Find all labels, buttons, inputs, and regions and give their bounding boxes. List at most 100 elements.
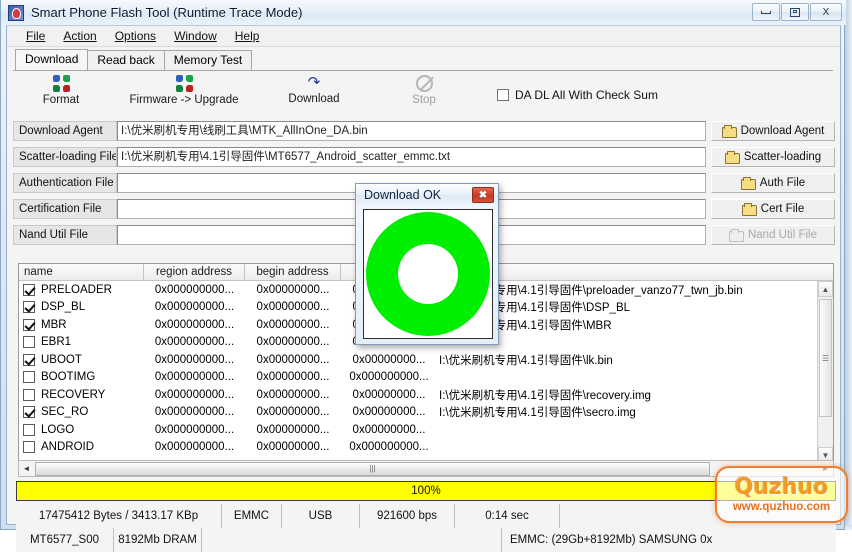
authentication-file-label: Authentication File [13,173,117,193]
menu-item-file[interactable]: File [17,27,54,45]
close-icon: X [822,6,830,18]
scatter-loading-input[interactable]: I:\优米刷机专用\4.1引导固件\MT6577_Android_scatter… [117,147,706,167]
cell-name: RECOVERY [19,388,144,401]
cell-name: PRELOADER [19,283,144,296]
row-checkbox[interactable] [23,406,35,419]
format-button[interactable]: Format [13,75,109,106]
menu-item-help[interactable]: Help [226,27,269,45]
status-bar-row-1: 17475412 Bytes / 3413.17 KBp EMMC USB 92… [16,504,836,528]
partition-name: LOGO [41,423,75,436]
horizontal-scroll-thumb[interactable]: ||| [35,461,710,476]
menu-item-action[interactable]: Action [54,27,105,45]
cell-name: EBR1 [19,336,144,349]
firmware-upgrade-button-label: Firmware -> Upgrade [129,94,239,106]
row-checkbox[interactable] [23,441,35,454]
partition-name: UBOOT [41,353,82,366]
stop-button-label: Stop [412,94,436,106]
row-checkbox[interactable] [23,371,35,384]
status-storage-type: EMMC [222,504,282,528]
status-row2-empty [202,528,502,552]
row-checkbox[interactable] [23,318,35,331]
row-checkbox[interactable] [23,301,35,314]
download-button[interactable]: ↷ Download [259,75,369,105]
vertical-scroll-thumb[interactable]: ☰ [819,299,832,417]
row-checkbox[interactable] [23,336,35,349]
folder-icon [728,228,744,242]
maximize-icon [790,7,800,17]
column-header-begin-address[interactable]: begin address [245,264,341,281]
table-row[interactable]: UBOOT 0x000000000... 0x00000000... 0x000000… [19,351,833,369]
status-emmc-info: EMMC: (29Gb+8192Mb) SAMSUNG 0x [502,528,836,552]
status-chipset: MT6577_S00 [16,528,114,552]
table-row[interactable]: BOOTIMG 0x000000000... 0x00000000... 0x0000… [19,369,833,387]
cell-begin-address: 0x00000000... [256,388,330,401]
column-header-name[interactable]: name [19,264,144,281]
dialog-title-label: Download OK [364,188,442,202]
folder-icon [724,150,740,164]
scatter-loading-browse-button[interactable]: Scatter-loading [711,147,835,167]
menu-item-window[interactable]: Window [165,27,226,45]
cell-begin-address: 0x00000000... [256,423,330,436]
row-checkbox[interactable] [23,388,35,401]
tab-read-back[interactable]: Read back [87,50,165,70]
tab-memory-test[interactable]: Memory Test [163,50,253,70]
folder-icon [721,124,737,138]
folder-icon [741,202,757,216]
table-row[interactable]: SEC_RO 0x000000000... 0x00000000... 0x00000… [19,404,833,422]
row-checkbox[interactable] [23,353,35,366]
download-agent-input[interactable]: I:\优米刷机专用\线刷工具\MTK_AllInOne_DA.bin [117,121,706,141]
tab-download[interactable]: Download [15,49,89,70]
menu-action-label: Action [63,29,97,43]
cell-name: ANDROID [19,441,144,454]
stop-button: Stop [369,75,479,106]
download-agent-browse-button[interactable]: Download Agent [711,121,835,141]
menu-file-label: File [26,29,46,43]
firmware-upgrade-button[interactable]: Firmware -> Upgrade [109,75,259,106]
table-vertical-scrollbar[interactable]: ▲ ☰ ▼ [817,281,833,462]
partition-name: EBR1 [41,336,72,349]
maximize-button[interactable] [781,3,809,21]
cell-region-address: 0x000000000... [154,371,235,384]
status-baud-rate: 921600 bps [360,504,455,528]
partition-name: PRELOADER [41,283,112,296]
table-row[interactable]: ANDROID 0x000000000... 0x00000000... 0x0000… [19,439,833,457]
window-title: Smart Phone Flash Tool (Runtime Trace Mo… [31,5,303,20]
table-row[interactable]: RECOVERY 0x000000000... 0x00000000... 0x000… [19,386,833,404]
cell-name: MBR [19,318,144,331]
watermark-brand: Quzhuo [734,474,829,500]
scroll-up-arrow-icon[interactable]: ▲ [818,281,833,297]
status-connection: USB [282,504,360,528]
menu-bar: File Action Options Window Help [7,26,840,47]
minimize-icon [761,10,771,14]
cell-end-address: 0x000000000... [349,441,429,454]
partition-name: RECOVERY [41,388,106,401]
minimize-button[interactable] [752,3,780,21]
auth-file-browse-button[interactable]: Auth File [711,173,835,193]
download-button-label: Download [288,93,340,105]
cell-end-address: 0x00000000... [352,423,426,436]
application-window: Smart Phone Flash Tool (Runtime Trace Mo… [0,0,848,552]
cell-begin-address: 0x00000000... [256,371,330,384]
download-agent-label: Download Agent [13,121,117,141]
window-controls: X [752,3,842,21]
cell-region-address: 0x000000000... [154,283,235,296]
row-checkbox[interactable] [23,423,35,436]
cell-location: I:\优米刷机专用\4.1引导固件\recovery.img [439,389,651,402]
column-header-region-address[interactable]: region address [144,264,245,281]
tab-strip: Download Read back Memory Test [15,49,253,70]
scroll-left-arrow-icon[interactable]: ◄ [19,461,34,476]
checksum-option[interactable]: DA DL All With Check Sum [497,88,658,102]
close-button[interactable]: X [810,3,842,21]
nand-util-file-browse-label: Nand Util File [747,229,818,241]
checksum-checkbox[interactable] [497,89,509,101]
dialog-close-button[interactable]: ✖ [472,187,494,203]
table-row[interactable]: LOGO 0x000000000... 0x00000000... 0x0000000… [19,421,833,439]
menu-options-label: Options [114,29,157,43]
download-arrow-icon: ↷ [307,74,321,91]
desktop-right-strip [845,0,852,530]
progress-bar: 100% [16,481,836,501]
row-checkbox[interactable] [23,283,35,296]
horizontal-scrollbar[interactable]: ◄ ||| ► [18,460,834,477]
cert-file-browse-button[interactable]: Cert File [711,199,835,219]
menu-item-options[interactable]: Options [106,27,165,45]
